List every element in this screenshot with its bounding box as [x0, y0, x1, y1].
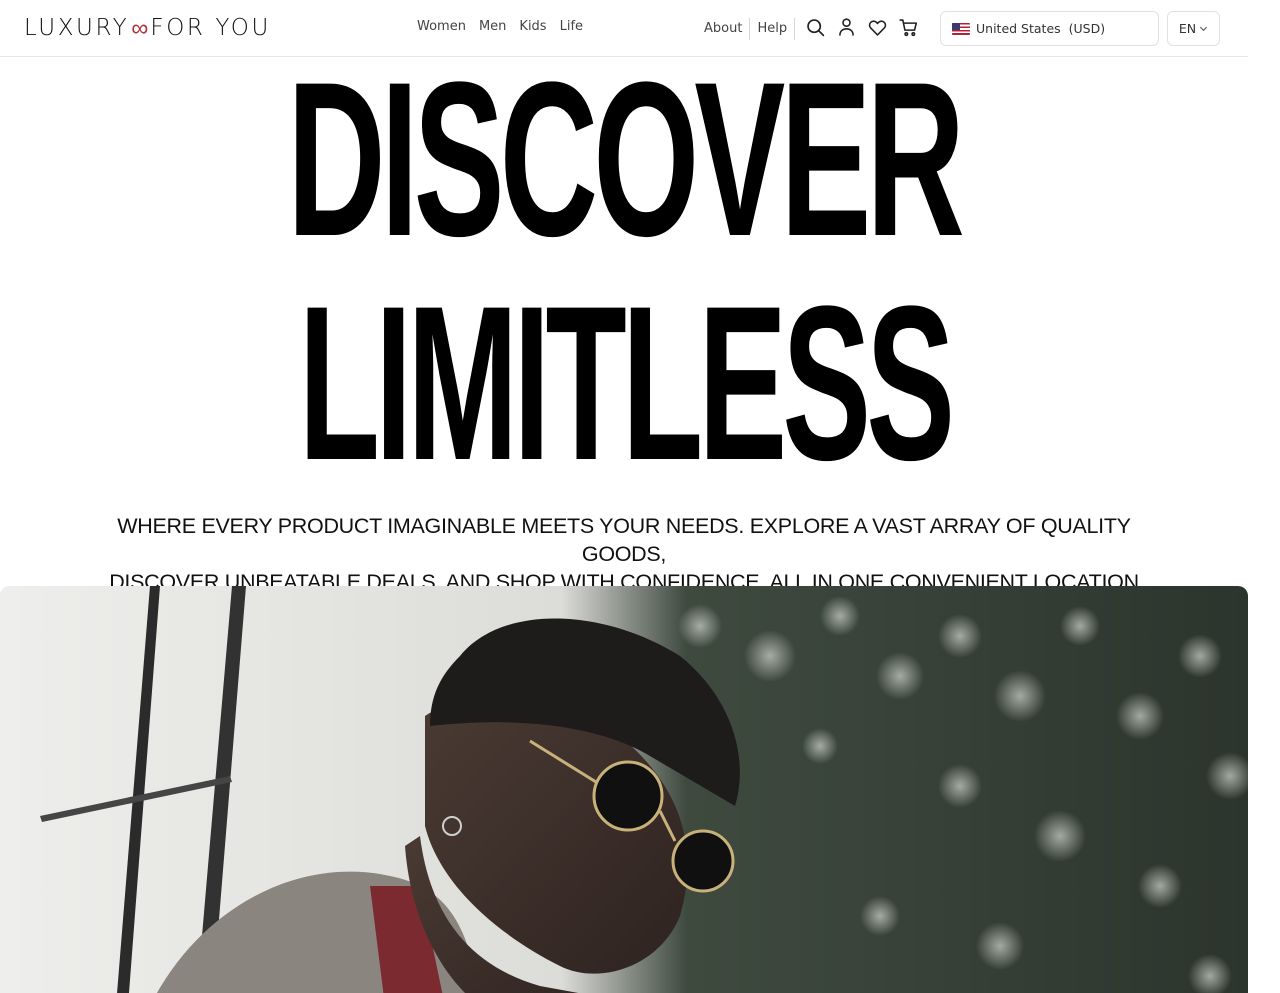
nav-life[interactable]: Life	[560, 18, 583, 36]
nav-men[interactable]: Men	[479, 18, 506, 36]
nav-kids[interactable]: Kids	[519, 18, 546, 36]
main-nav: Women Men Kids Life	[417, 18, 583, 36]
hero-title-text: DISCOVER	[287, 36, 966, 282]
infinity-icon: ∞	[131, 13, 149, 42]
nav-women[interactable]: Women	[417, 18, 466, 36]
language-code: EN	[1178, 21, 1197, 36]
brand-name-right: FOR YOU	[150, 15, 271, 41]
brand-logo[interactable]: LUXURY ∞ FOR YOU	[24, 13, 271, 43]
brand-name-left: LUXURY	[24, 15, 130, 41]
us-flag-icon	[952, 22, 970, 35]
currency-value: (USD)	[1068, 21, 1106, 36]
currency-code: (USD)	[1061, 21, 1105, 36]
language-selector[interactable]: EN	[1167, 11, 1220, 46]
hero-title-text: LIMITLESS	[298, 260, 954, 506]
country-selector[interactable]: United States (USD)	[940, 11, 1159, 46]
tagline-line-1: WHERE EVERY PRODUCT IMAGINABLE MEETS YOU…	[117, 514, 1131, 566]
hero-title-line-2: LIMITLESS	[0, 273, 1248, 493]
hero-title-line-1: DISCOVER	[0, 49, 1248, 269]
chevron-down-icon	[1200, 26, 1208, 32]
hero-tagline: WHERE EVERY PRODUCT IMAGINABLE MEETS YOU…	[90, 512, 1158, 596]
country-name: United States	[976, 21, 1061, 36]
hero-image	[0, 586, 1248, 993]
